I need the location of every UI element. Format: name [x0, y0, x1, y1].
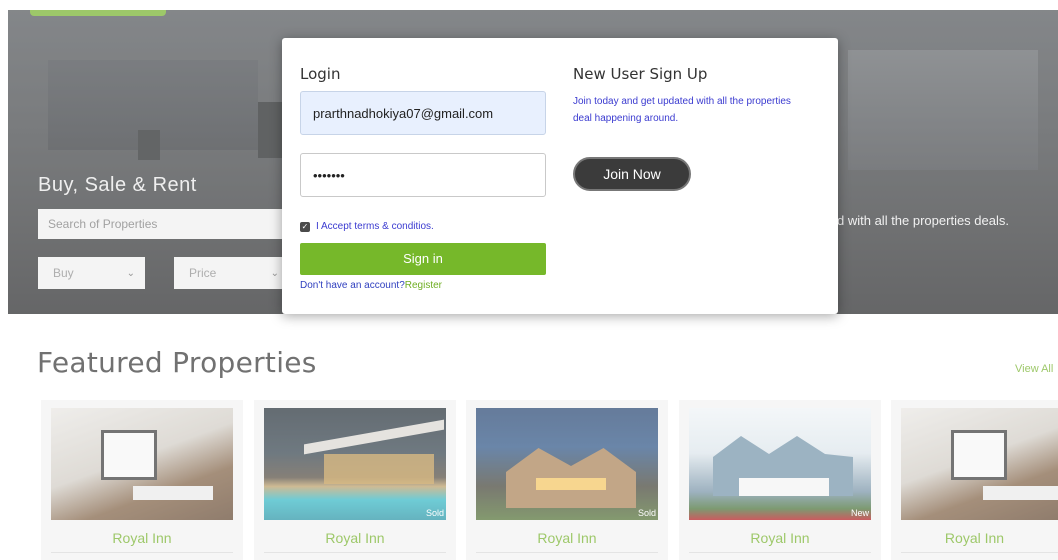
- signup-heading: New User Sign Up: [573, 65, 708, 83]
- register-prompt: Don't have an account?: [300, 280, 405, 291]
- sign-in-button[interactable]: Sign in: [300, 243, 546, 275]
- register-row: Don't have an account?Register: [300, 280, 442, 291]
- signup-text: Join today and get updated with all the …: [573, 96, 791, 124]
- login-modal: Login ✓ I Accept terms & conditios. Sign…: [282, 38, 838, 314]
- terms-label[interactable]: I Accept terms & conditios.: [316, 221, 434, 232]
- terms-checkbox[interactable]: ✓: [300, 221, 310, 232]
- terms-row: ✓ I Accept terms & conditios.: [300, 221, 434, 232]
- password-field[interactable]: [300, 153, 546, 197]
- register-link[interactable]: Register: [405, 280, 442, 291]
- join-now-button[interactable]: Join Now: [573, 157, 691, 191]
- login-heading: Login: [300, 65, 341, 83]
- email-field[interactable]: [300, 91, 546, 135]
